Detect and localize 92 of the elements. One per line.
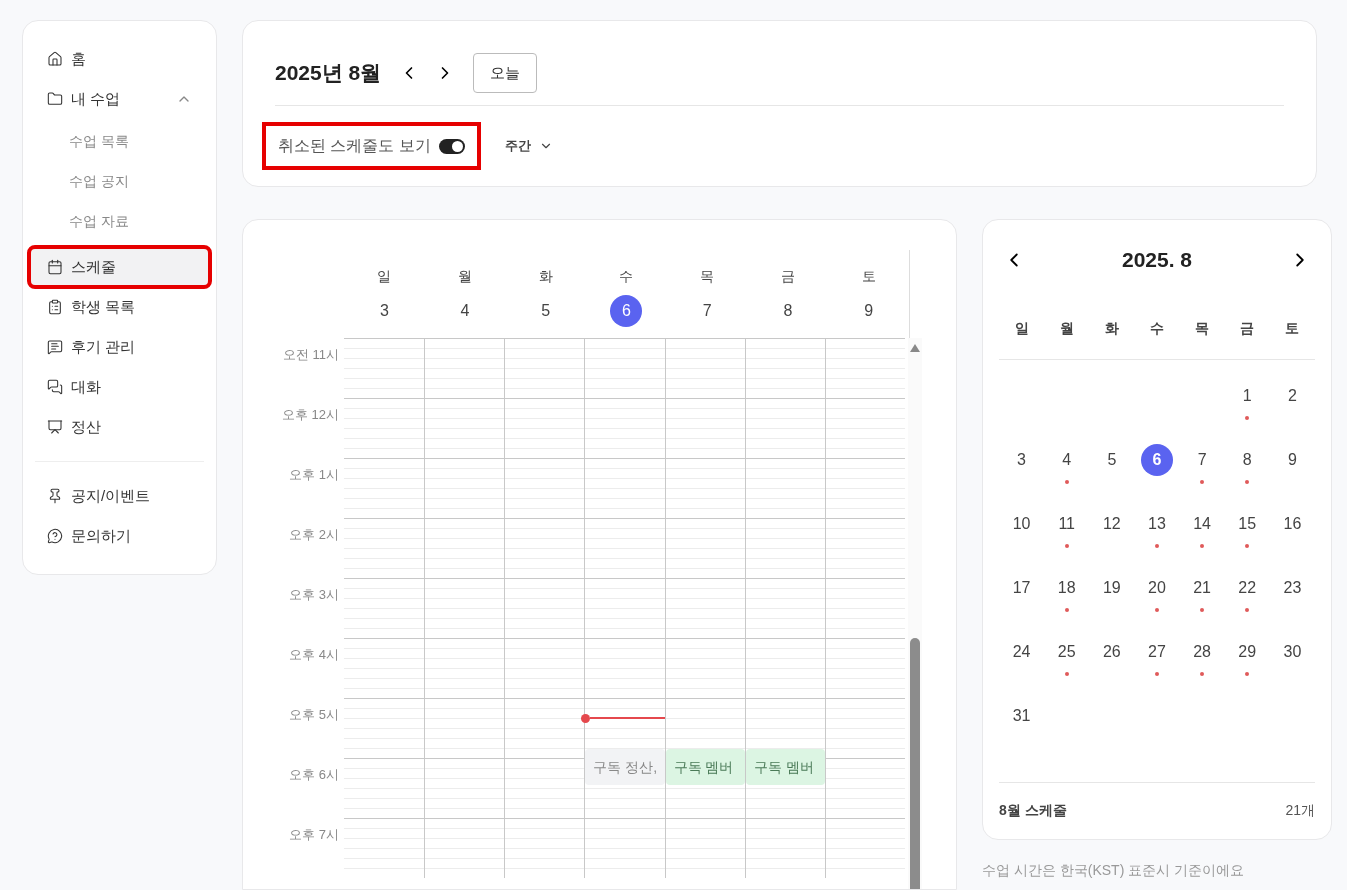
date-cell[interactable]: 31 [1005, 699, 1038, 732]
date-cell[interactable]: 8 [1231, 443, 1264, 476]
sidebar-item[interactable]: 공지/이벤트 [35, 478, 204, 514]
date-cell[interactable]: 24 [1005, 635, 1038, 668]
sidebar-item[interactable]: 문의하기 [35, 518, 204, 554]
day-number[interactable]: 5 [529, 295, 562, 327]
day-number[interactable]: 7 [691, 295, 724, 327]
hour-label: 오후 3시 [289, 586, 339, 603]
weekday-label: 목 [1194, 318, 1211, 338]
date-cell[interactable]: 15 [1231, 507, 1264, 540]
date-cell[interactable]: 16 [1276, 507, 1309, 540]
date-cell[interactable]: 7 [1186, 443, 1219, 476]
hour-label: 오후 5시 [289, 706, 339, 723]
today-button[interactable]: 오늘 [473, 53, 538, 93]
toggle-label: 취소된 스케줄도 보기 [278, 136, 431, 156]
date-cell[interactable]: 27 [1141, 635, 1173, 668]
date-cell[interactable]: 19 [1095, 571, 1128, 604]
weekday-label: 일 [377, 267, 392, 286]
hour-label: 오후 12시 [281, 406, 339, 423]
chat-bubble-icon [47, 339, 63, 355]
date-cell[interactable]: 23 [1276, 571, 1309, 604]
sidebar-item[interactable]: 정산 [35, 409, 204, 445]
weekday-label: 토 [861, 267, 876, 286]
date-cell[interactable]: 30 [1276, 635, 1309, 668]
date-cell[interactable]: 10 [1005, 507, 1038, 540]
hour-label: 오전 11시 [282, 346, 339, 363]
weekday-label: 수 [1149, 318, 1165, 338]
view-dropdown[interactable]: 주간 [504, 136, 553, 156]
hour-label: 오후 2시 [289, 526, 339, 543]
date-cell[interactable]: 12 [1095, 507, 1128, 540]
summary-count: 21개 [1285, 801, 1315, 820]
hour-label: 오후 1시 [289, 466, 339, 483]
weekday-label: 월 [458, 267, 473, 286]
event-chip[interactable]: 구독 멤버 [745, 749, 825, 785]
sidebar-item[interactable]: 내 수업 [35, 81, 204, 117]
day-number[interactable]: 8 [771, 295, 804, 327]
date-cell[interactable]: 3 [1005, 443, 1038, 476]
month-title: 2025년 8월 [275, 60, 382, 87]
sidebar-item[interactable]: 대화 [35, 369, 204, 405]
weekday-label: 일 [1013, 318, 1030, 338]
weekday-label: 목 [700, 267, 715, 286]
sidebar-subitem[interactable]: 수업 자료 [35, 201, 204, 241]
date-cell[interactable]: 4 [1050, 443, 1083, 476]
date-cell[interactable]: 14 [1186, 507, 1219, 540]
sidebar-subitem[interactable]: 수업 공지 [35, 161, 204, 201]
timezone-note: 수업 시간은 한국(KST) 표준시 기준이에요 [982, 860, 1246, 880]
sidebar-item[interactable]: 후기 관리 [35, 329, 204, 365]
date-cell[interactable]: 6 [1141, 443, 1173, 476]
day-number[interactable]: 3 [368, 295, 401, 327]
question-bubble-icon [47, 528, 63, 544]
home-icon [47, 51, 63, 67]
summary-label: 8월 스케줄 [999, 801, 1067, 820]
toggle-switch[interactable] [438, 138, 465, 154]
weekday-label: 수 [619, 267, 634, 286]
monitor-icon [47, 419, 63, 435]
weekday-label: 월 [1058, 318, 1075, 338]
folder-icon [47, 91, 63, 107]
speech-bubbles-icon [47, 379, 63, 395]
date-cell[interactable]: 21 [1186, 571, 1219, 604]
calendar-icon [47, 259, 63, 275]
date-cell[interactable]: 5 [1095, 443, 1128, 476]
date-cell[interactable]: 29 [1231, 635, 1264, 668]
date-cell[interactable]: 17 [1005, 571, 1038, 604]
weekday-label: 토 [1284, 318, 1301, 338]
weekday-label: 금 [1239, 318, 1256, 338]
date-cell[interactable]: 9 [1276, 443, 1309, 476]
date-cell[interactable]: 11 [1050, 507, 1083, 540]
date-cell[interactable]: 25 [1050, 635, 1083, 668]
event-chip[interactable]: 구독 멤버 [665, 749, 745, 785]
weekday-label: 화 [1103, 318, 1120, 338]
clipboard-icon [47, 299, 63, 315]
sidebar-item[interactable]: 학생 목록 [35, 289, 204, 325]
pin-icon [47, 488, 63, 504]
date-cell[interactable]: 20 [1141, 571, 1173, 604]
weekday-label: 화 [538, 267, 553, 286]
date-cell[interactable]: 2 [1276, 379, 1309, 412]
date-cell[interactable]: 22 [1231, 571, 1264, 604]
date-cell[interactable]: 13 [1141, 507, 1173, 540]
date-cell[interactable]: 1 [1231, 379, 1264, 412]
weekday-label: 금 [780, 267, 795, 286]
hour-label: 오후 6시 [289, 766, 339, 783]
day-number[interactable]: 9 [852, 295, 885, 327]
hour-label: 오후 4시 [289, 646, 339, 663]
date-cell[interactable]: 26 [1095, 635, 1128, 668]
sidebar-subitem[interactable]: 수업 목록 [35, 121, 204, 161]
sidebar-item[interactable]: 홈 [35, 41, 204, 77]
date-cell[interactable]: 18 [1050, 571, 1083, 604]
date-cell[interactable]: 28 [1186, 635, 1219, 668]
hour-label: 오후 7시 [289, 826, 339, 843]
calendar-title: 2025. 8 [1121, 247, 1193, 273]
day-number[interactable]: 6 [610, 295, 643, 327]
day-number[interactable]: 4 [449, 295, 482, 327]
